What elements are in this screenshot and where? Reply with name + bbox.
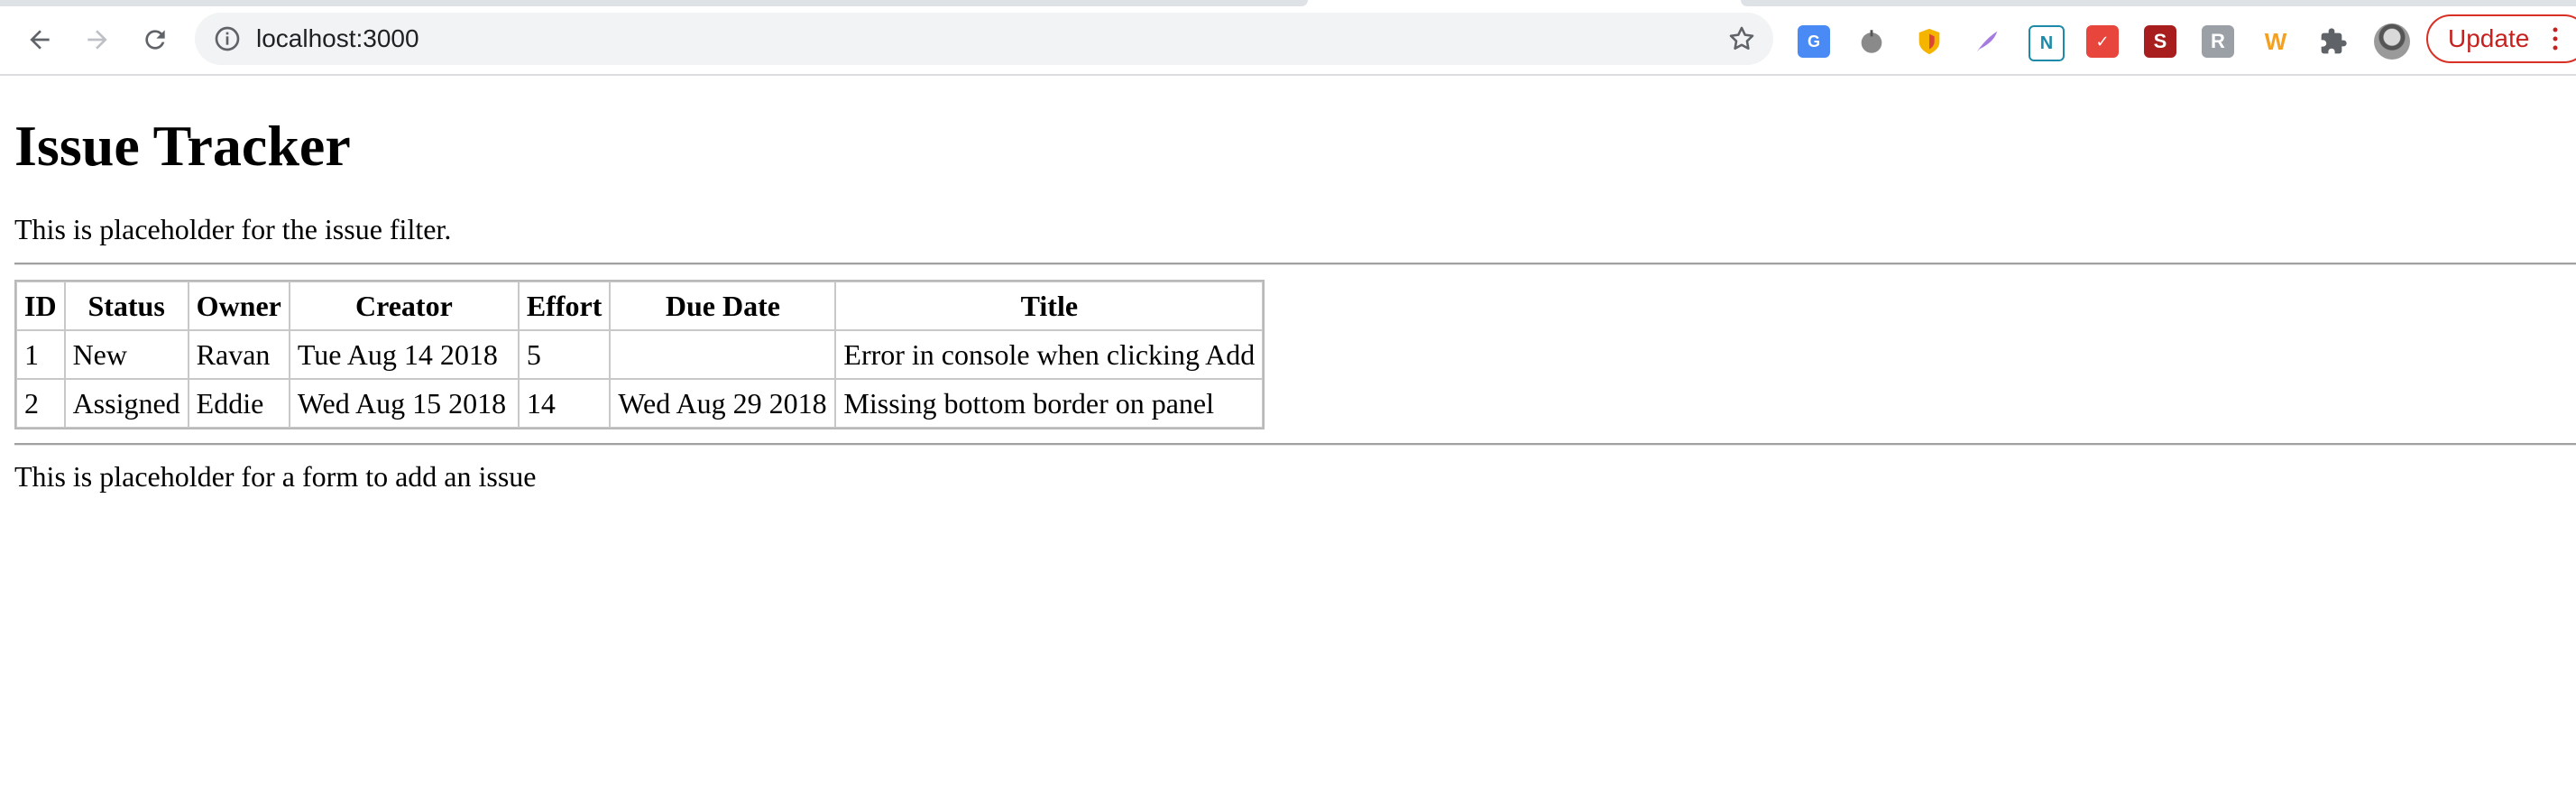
- update-label: Update: [2448, 24, 2530, 52]
- header-due-date: Due Date: [610, 282, 836, 330]
- page-content: Issue Tracker This is placeholder for th…: [0, 74, 2576, 803]
- brave-shield-icon[interactable]: [1913, 25, 1946, 58]
- more-menu-icon[interactable]: [2553, 25, 2558, 52]
- table-row: 1 New Ravan Tue Aug 14 2018 5 Error in c…: [16, 330, 1264, 379]
- google-translate-icon[interactable]: G: [1798, 25, 1830, 58]
- cell-effort: 5: [518, 330, 611, 379]
- forward-button[interactable]: [76, 18, 119, 61]
- cell-title: Error in console when clicking Add: [835, 330, 1264, 379]
- issue-filter-placeholder: This is placeholder for the issue filter…: [14, 213, 452, 245]
- url-text[interactable]: localhost:3000: [256, 13, 419, 65]
- header-owner: Owner: [188, 282, 290, 330]
- table-header-row: ID Status Owner Creator Effort Due Date …: [16, 282, 1264, 330]
- back-button[interactable]: [18, 18, 61, 61]
- bookmark-star-icon[interactable]: [1726, 23, 1757, 54]
- tab-strip: [0, 0, 2576, 7]
- tomato-timer-icon[interactable]: [1855, 25, 1888, 58]
- reload-icon: [145, 30, 165, 50]
- address-bar[interactable]: localhost:3000: [195, 13, 1773, 65]
- arrow-right-icon: [87, 30, 107, 50]
- s-extension-icon[interactable]: S: [2144, 25, 2176, 58]
- cell-due-date: Wed Aug 29 2018: [610, 379, 836, 428]
- top-divider: [14, 263, 2576, 265]
- bottom-divider: [14, 443, 2576, 446]
- cell-owner: Ravan: [188, 330, 290, 379]
- reload-button[interactable]: [133, 18, 177, 61]
- update-button[interactable]: Update: [2426, 14, 2576, 63]
- notion-n-icon[interactable]: N: [2029, 25, 2065, 61]
- w-extension-icon[interactable]: W: [2259, 25, 2292, 58]
- info-icon[interactable]: [213, 24, 242, 53]
- cell-status: New: [64, 330, 189, 379]
- cell-status: Assigned: [64, 379, 189, 428]
- cell-creator: Wed Aug 15 2018: [289, 379, 519, 428]
- quill-pen-icon[interactable]: [1971, 25, 2003, 58]
- cell-owner: Eddie: [188, 379, 290, 428]
- arrow-left-icon: [30, 30, 50, 50]
- active-tab[interactable]: [0, 0, 1308, 6]
- header-title: Title: [835, 282, 1264, 330]
- page-title: Issue Tracker: [14, 114, 351, 178]
- profile-avatar[interactable]: [2374, 23, 2410, 60]
- puzzle-extensions-icon[interactable]: [2317, 25, 2350, 58]
- header-id: ID: [16, 282, 65, 330]
- cell-effort: 14: [518, 379, 611, 428]
- issue-add-placeholder: This is placeholder for a form to add an…: [14, 460, 537, 493]
- cell-due-date: [610, 330, 836, 379]
- table-row: 2 Assigned Eddie Wed Aug 15 2018 14 Wed …: [16, 379, 1264, 428]
- header-status: Status: [64, 282, 189, 330]
- header-effort: Effort: [518, 282, 611, 330]
- cell-id: 2: [16, 379, 65, 428]
- header-creator: Creator: [289, 282, 519, 330]
- issue-table: ID Status Owner Creator Effort Due Date …: [14, 280, 1265, 429]
- calendar-icon[interactable]: ✓: [2086, 25, 2119, 58]
- r-extension-icon[interactable]: R: [2202, 25, 2234, 58]
- cell-creator: Tue Aug 14 2018: [289, 330, 519, 379]
- browser-toolbar: localhost:3000 G N ✓ S R W Update: [0, 7, 2576, 76]
- cell-title: Missing bottom border on panel: [835, 379, 1264, 428]
- background-tab[interactable]: [1741, 0, 2576, 6]
- cell-id: 1: [16, 330, 65, 379]
